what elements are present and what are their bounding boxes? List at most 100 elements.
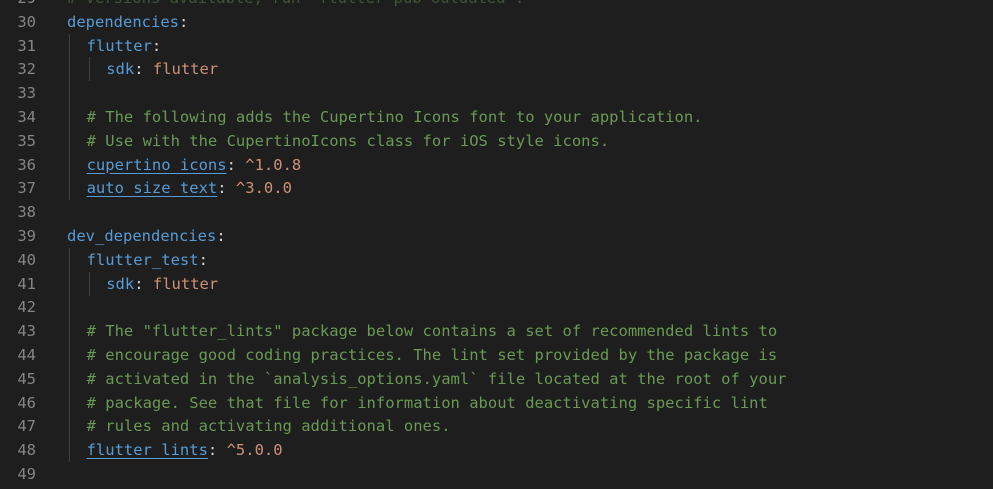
indent-guide — [69, 247, 70, 272]
line-number: 34 — [17, 108, 36, 126]
line-number: 42 — [17, 298, 36, 317]
indent-guide — [69, 176, 70, 201]
code-token: : — [217, 179, 236, 198]
code-token: flutter — [86, 36, 152, 55]
code-line[interactable]: 43 # The "flutter_lints" package below co… — [0, 319, 993, 344]
line-number: 39 — [17, 227, 36, 245]
indent-guide — [69, 319, 70, 344]
code-text: # The "flutter_lints" package below cont… — [87, 319, 778, 343]
line-number: 49 — [17, 465, 36, 483]
code-token: : — [178, 12, 189, 31]
code-line[interactable]: 42 — [0, 295, 993, 320]
line-number: 38 — [17, 203, 36, 222]
code-token: flutter — [152, 60, 219, 79]
line-number: 46 — [17, 393, 36, 412]
code-token: flutter_test — [86, 250, 199, 269]
code-line[interactable]: 36 cupertino_icons: ^1.0.8 — [0, 152, 993, 177]
line-number: 36 — [17, 155, 36, 174]
code-token: dependencies — [67, 12, 179, 31]
indent-guide — [69, 343, 70, 367]
indent-guide — [69, 295, 70, 320]
indent-guide — [69, 366, 70, 391]
code-token: # package. See that file for information… — [86, 393, 768, 412]
indent-guide — [69, 390, 70, 415]
code-text: flutter_test: — [87, 248, 208, 272]
code-token: : — [151, 36, 162, 55]
code-line[interactable]: 34 # The following adds the Cupertino Ico… — [0, 105, 993, 129]
indent-guide — [69, 152, 70, 177]
code-token: # The following adds the Cupertino Icons… — [86, 108, 703, 126]
code-token: flutter — [152, 274, 219, 293]
code-text: flutter: — [87, 34, 162, 58]
code-token: : — [198, 250, 208, 269]
line-number: 45 — [17, 369, 36, 388]
code-token: # Use with the CupertinoIcons class for … — [86, 131, 610, 150]
code-line[interactable]: 41 sdk: flutter — [0, 271, 993, 296]
code-line[interactable]: 38 — [0, 200, 993, 224]
code-token: : — [216, 227, 226, 245]
code-text: # Use with the CupertinoIcons class for … — [87, 129, 610, 153]
code-line[interactable]: 46 # package. See that file for informati… — [0, 390, 993, 415]
indent-guide — [69, 271, 70, 296]
code-line[interactable]: 29 # Versions available, run `flutter pub… — [0, 0, 993, 10]
code-token: # rules and activating additional ones. — [86, 417, 451, 436]
line-number: 35 — [17, 131, 36, 150]
code-line[interactable]: 40 flutter_test: — [0, 247, 993, 272]
indent-guide — [69, 438, 70, 463]
indent-guide — [69, 57, 70, 82]
code-token: ^3.0.0 — [235, 179, 292, 198]
code-line[interactable]: 48 flutter_lints: ^5.0.0 — [0, 438, 993, 463]
line-number: 37 — [17, 179, 36, 198]
indent-guide — [88, 57, 90, 82]
code-token: ^5.0.0 — [226, 441, 283, 460]
package-link[interactable]: flutter_lints — [87, 441, 208, 459]
indent-guide — [88, 271, 90, 296]
code-token: : — [226, 155, 246, 174]
line-number: 48 — [17, 441, 36, 460]
code-text: flutter_lints: ^5.0.0 — [87, 438, 283, 462]
line-number: 44 — [17, 346, 36, 364]
code-line[interactable]: 31 flutter: — [0, 33, 993, 58]
code-text: # encourage good coding practices. The l… — [87, 343, 778, 367]
code-line[interactable]: 35 # Use with the CupertinoIcons class fo… — [0, 128, 993, 153]
line-number: 40 — [17, 250, 36, 269]
line-number: 29 — [0, 0, 36, 10]
code-line[interactable]: 44 # encourage good coding practices. The… — [0, 343, 993, 367]
line-number: 41 — [17, 274, 36, 293]
code-line[interactable]: 30 dependencies: — [0, 10, 993, 34]
code-text: # Versions available, run `flutter pub o… — [67, 0, 524, 10]
code-token: # Versions available, run `flutter pub o… — [67, 0, 524, 7]
code-token: ^1.0.8 — [245, 155, 302, 174]
code-text: cupertino_icons: ^1.0.8 — [87, 153, 302, 177]
code-text: # rules and activating additional ones. — [87, 414, 451, 438]
code-text: # activated in the `analysis_options.yam… — [87, 367, 787, 391]
code-line[interactable]: 45 # activated in the `analysis_options.y… — [0, 366, 993, 391]
line-number: 30 — [17, 12, 36, 31]
code-token: # encourage good coding practices. The l… — [86, 346, 778, 364]
code-line[interactable]: 37 auto_size_text: ^3.0.0 — [0, 176, 993, 201]
code-line[interactable]: 49 — [0, 462, 993, 486]
line-number: 47 — [17, 417, 36, 436]
code-line[interactable]: 39 dev_dependencies: — [0, 224, 993, 248]
indent-guide — [69, 128, 70, 153]
code-text: dependencies: — [67, 10, 188, 34]
code-text: sdk: flutter — [106, 272, 218, 296]
code-line[interactable]: 33 — [0, 81, 993, 106]
package-link[interactable]: cupertino_icons — [87, 156, 227, 174]
code-editor[interactable]: 29 # Versions available, run `flutter pub… — [0, 0, 993, 489]
line-number: 43 — [17, 322, 36, 341]
code-line[interactable]: 47 # rules and activating additional ones… — [0, 414, 993, 439]
code-text: dev_dependencies: — [67, 224, 226, 248]
line-number: 33 — [17, 84, 36, 103]
code-text: # package. See that file for information… — [87, 391, 768, 415]
code-text: auto_size_text: ^3.0.0 — [87, 176, 292, 200]
code-text: sdk: flutter — [106, 57, 218, 81]
indent-guide — [69, 414, 70, 439]
package-link[interactable]: auto_size_text — [87, 179, 218, 197]
code-line[interactable]: 32 sdk: flutter — [0, 57, 993, 82]
code-token: dev_dependencies — [67, 227, 217, 245]
indent-guide — [69, 33, 70, 58]
code-token: : — [134, 274, 153, 293]
indent-guide — [69, 105, 70, 129]
code-token: sdk — [106, 274, 135, 293]
